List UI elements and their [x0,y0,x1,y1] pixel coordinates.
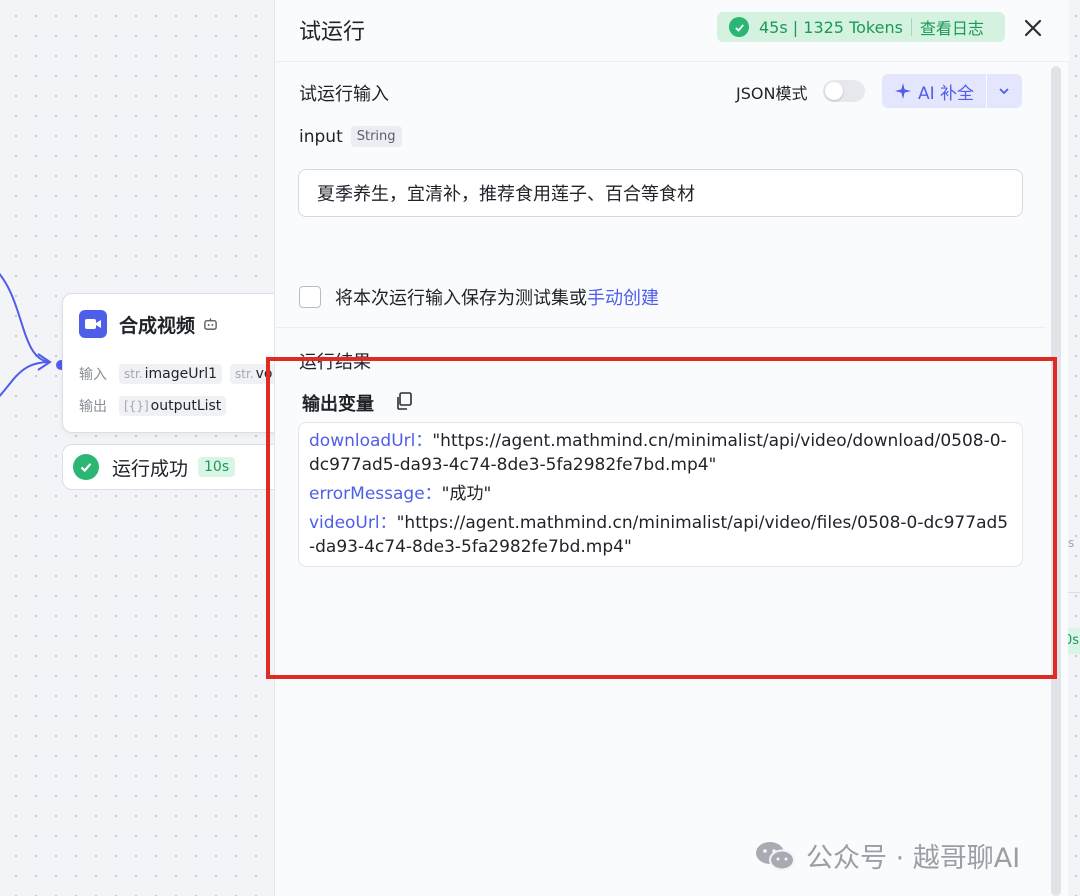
node-input-label: 输入 [79,367,107,383]
node-title: 合成视频 [119,314,196,337]
output-item: errorMessage："成功" [309,482,1012,506]
close-icon[interactable] [1019,14,1047,42]
run-duration-badge: 10s [198,457,236,477]
panel-scrollbar[interactable] [1051,66,1061,896]
run-status-node[interactable]: 运行成功 10s [62,444,302,490]
output-value: "https://agent.mathmind.cn/minimalist/ap… [309,513,1009,557]
input-section-title: 试运行输入 [299,84,389,105]
output-value: "成功" [441,484,492,504]
ai-fill-button[interactable]: AI 补全 [882,74,986,108]
check-circle-icon [729,17,749,37]
node-output-label: 输出 [79,399,107,415]
json-mode-toggle[interactable] [823,80,865,102]
output-var-chip: [{}] outputList [119,396,227,416]
output-key: downloadUrl： [309,431,433,451]
output-item: downloadUrl："https://agent.mathmind.cn/m… [309,429,1012,477]
output-vars-box: downloadUrl： "https://agent.mathmind.cn/m… [298,422,1023,567]
view-logs-link[interactable]: 查看日志 [920,15,984,39]
input-var-chip: str. imageUrl1 [119,364,223,384]
run-stats: 45s | 1325 Tokens [759,17,903,37]
video-camera-icon [79,310,107,338]
manual-create-link[interactable]: 手动创建 [587,284,659,310]
watermark-text: 公众号 · 越哥聊AI [806,843,1021,874]
input-var-chip: str. vo [230,364,278,384]
ai-fill-dropdown[interactable] [987,74,1021,108]
copy-icon[interactable] [394,391,414,411]
param-name: input [299,126,343,147]
wechat-icon [756,841,795,870]
run-status-text: 运行成功 [112,457,189,480]
output-key: videoUrl： [309,513,397,533]
badge-divider [910,18,912,36]
run-summary-badge: 45s | 1325 Tokens 查看日志 [717,12,1005,42]
offscreen-text: s [1068,536,1075,550]
toggle-knob [825,82,843,100]
ai-fill-label: AI 补全 [918,83,975,104]
check-circle-icon [73,454,99,480]
save-as-testset-checkbox[interactable] [299,286,321,308]
robot-icon [204,317,217,330]
output-item: videoUrl："https://agent.mathmind.cn/mini… [309,511,1012,559]
watermark: 公众号 · 越哥聊AI [754,836,1020,875]
test-run-panel: 试运行 45s | 1325 Tokens 查看日志 试运行输入 JSON模式 … [274,0,1069,896]
save-as-testset-label: 将本次运行输入保存为测试集或 [335,288,587,309]
input-field[interactable] [298,169,1023,217]
output-key: errorMessage： [309,484,442,504]
param-type-badge: String [350,126,402,147]
panel-header: 试运行 45s | 1325 Tokens 查看日志 [275,0,1069,62]
section-divider [275,327,1046,328]
output-vars-label: 输出变量 [302,394,374,415]
json-mode-label: JSON模式 [736,84,808,103]
compose-video-node[interactable]: 合成视频 输入 str. imageUrl1 str. vo 输出 [{}] outp… [62,293,302,433]
chevron-down-icon [999,88,1009,95]
result-section-title: 运行结果 [299,352,371,373]
sparkle-icon [895,83,911,99]
panel-title: 试运行 [299,20,366,45]
ai-fill-button-group: AI 补全 [882,74,1022,108]
